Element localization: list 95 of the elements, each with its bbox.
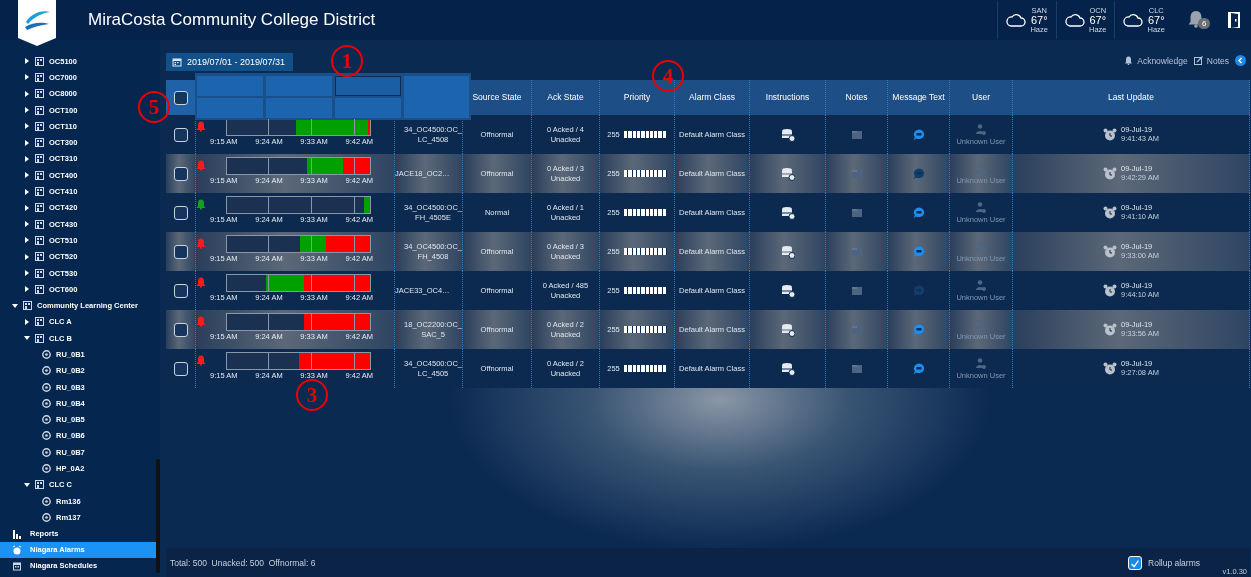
column-header[interactable]: Message Text [888,80,950,115]
priority-bar-drawing [623,248,667,255]
user-icon [974,122,988,137]
column-header[interactable]: Notes [826,80,888,115]
building-icon [35,480,44,490]
door-icon[interactable] [1227,11,1241,29]
building-icon [35,235,44,245]
building-icon [35,203,44,213]
building-icon [35,268,44,278]
alarm-clock-icon [1103,283,1117,298]
building-icon [23,301,32,311]
building-icon [35,333,44,343]
database-icon[interactable] [780,244,795,259]
temperature: 67° [1089,14,1107,26]
speech-bubble-icon[interactable] [911,127,926,142]
column-header[interactable]: Instructions [750,80,826,115]
building-icon [35,187,44,196]
database-icon[interactable] [780,283,795,298]
acknowledge-button[interactable]: Acknowledge [1124,55,1188,66]
calendar-icon [172,57,182,67]
database-icon[interactable] [780,361,795,376]
user-icon [974,200,988,215]
annotation-marker: 5 [138,91,170,123]
priority-bar-drawing [623,326,667,333]
column-header[interactable]: Last Update [1013,80,1250,115]
alarm-clock-icon [1103,361,1117,376]
calendar-icon [12,560,22,571]
temperature: 67° [1030,14,1048,26]
building-icon [35,105,44,115]
annotation-marker: 3 [296,379,328,411]
select-all-checkbox[interactable] [173,90,188,105]
speech-bubble-icon[interactable] [911,166,926,181]
database-icon[interactable] [780,127,795,142]
edit-icon [1193,56,1203,65]
temperature: 67° [1147,14,1165,26]
row-checkbox[interactable] [173,127,188,142]
building-icon [35,219,44,229]
building-icon [35,284,44,294]
alarm-clock-icon [1103,166,1117,181]
priority-bar-drawing [623,209,667,216]
chevron-left-icon [1236,56,1245,65]
scrollbar[interactable] [156,459,160,573]
column-header[interactable]: User [950,80,1013,115]
building-icon [35,138,44,148]
header-cell-highlight [404,76,469,118]
building-icon [35,89,44,99]
column-header[interactable]: Ack State [532,80,600,115]
row-checkbox[interactable] [173,244,188,259]
cloud-icon [1006,12,1027,28]
database-icon[interactable] [780,322,795,337]
row-checkbox[interactable] [173,361,188,376]
alarm-clock-icon [12,544,22,555]
app-title: MiraCosta Community College District [88,10,377,30]
alarm-clock-icon [1103,205,1117,220]
alarm-clock-icon [1103,127,1117,142]
rollup-checkbox[interactable] [1128,555,1143,570]
building-icon [35,154,44,164]
building-icon [35,56,44,66]
status-summary: Total: 500 Unacked: 500 Offnormal: 6 [170,557,316,568]
rollup-label: Rollup alarms [1148,557,1200,568]
priority-bar-drawing [623,170,667,177]
building-icon [35,317,44,327]
priority-bar-drawing [623,365,667,372]
building-icon [35,72,44,82]
date-range-button[interactable]: 2019/07/01 - 2019/07/31 [166,53,294,71]
logo [18,0,56,46]
speech-bubble-icon[interactable] [911,322,926,337]
building-icon [35,170,44,180]
chart-icon [12,528,22,539]
speech-bubble-icon[interactable] [911,361,926,376]
database-icon[interactable] [780,205,795,220]
alarm-clock-icon [1103,244,1117,259]
notes-button[interactable]: Notes [1193,55,1229,66]
priority-bar-drawing [623,287,667,294]
row-checkbox[interactable] [173,166,188,181]
cloud-icon [1123,12,1144,28]
row-checkbox[interactable] [173,322,188,337]
collapse-button[interactable] [1235,55,1246,66]
bell-icon [1124,56,1134,65]
cloud-icon [1064,12,1085,28]
building-icon [35,252,44,262]
alarm-clock-icon [1103,322,1117,337]
priority-bar-drawing [623,131,667,138]
building-icon [35,121,44,131]
row-checkbox[interactable] [173,205,188,220]
annotation-marker: 1 [331,45,363,77]
user-icon [974,356,988,371]
database-icon[interactable] [780,166,795,181]
speech-bubble-icon[interactable] [911,205,926,220]
user-icon [974,278,988,293]
column-header[interactable]: Alarm Class [675,80,750,115]
row-checkbox[interactable] [173,283,188,298]
notification-badge: 6 [1198,18,1211,29]
annotation-marker: 4 [652,60,684,92]
speech-bubble-icon[interactable] [911,244,926,259]
